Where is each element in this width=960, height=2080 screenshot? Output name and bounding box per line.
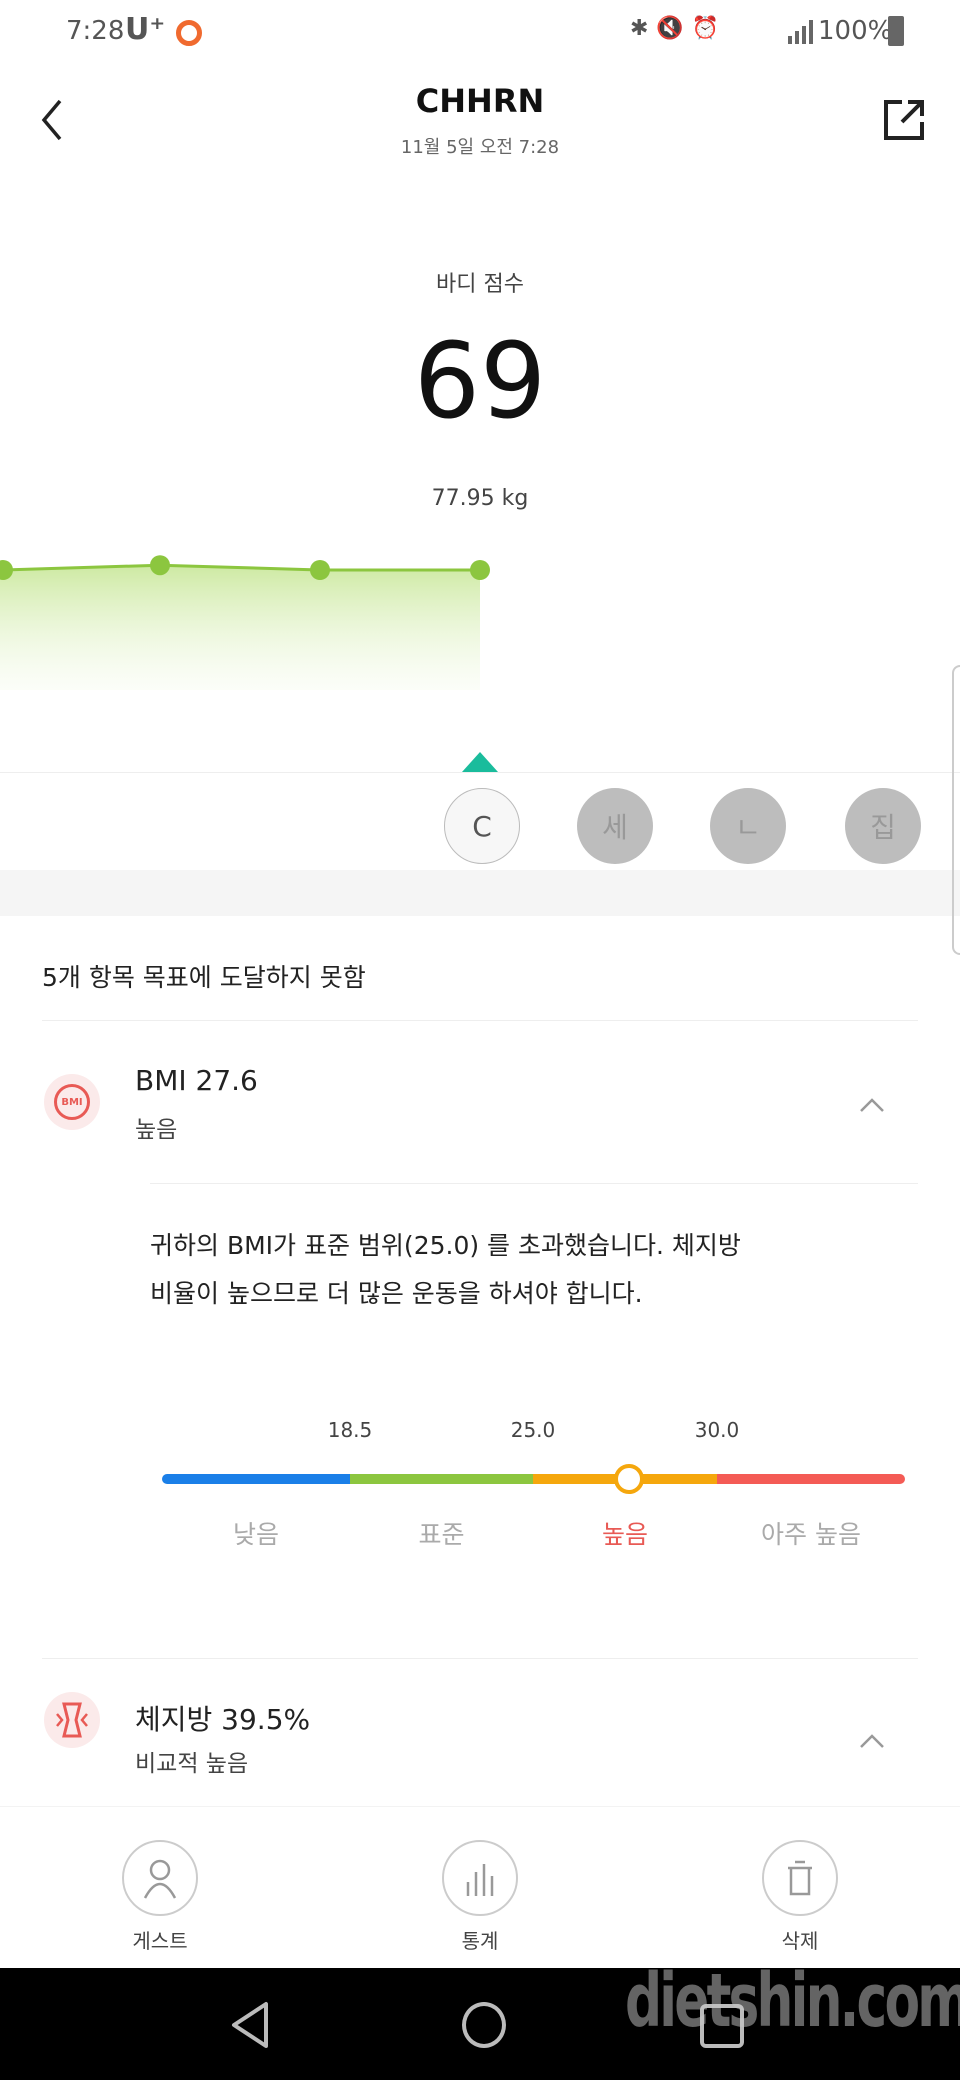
user-tab-label: ㄴ (735, 811, 761, 844)
trash-icon (788, 1860, 812, 1896)
bmi-range-segment (162, 1474, 350, 1484)
body-fat-title: 체지방 39.5% (135, 1703, 311, 1736)
body-fat-row[interactable]: 체지방 39.5% 비교적 높음 (0, 1680, 960, 1790)
body-fat-status: 비교적 높음 (135, 1751, 249, 1777)
divider (42, 1658, 918, 1659)
waist-icon (44, 1692, 100, 1748)
bar-chart-icon (466, 1864, 494, 1896)
bmi-tick-label: 18.5 (327, 1418, 373, 1442)
bmi-range-segment (717, 1474, 905, 1484)
user-tab[interactable]: 세 (577, 788, 653, 864)
page-title: CHHRN (415, 82, 545, 120)
user-tab[interactable]: C (444, 788, 520, 864)
user-tab-label: C (472, 809, 492, 843)
bmi-tick-label: 25.0 (510, 1418, 556, 1442)
trend-area (0, 565, 480, 690)
signal-icon (786, 20, 814, 44)
bmi-range-segment (350, 1474, 533, 1484)
divider (150, 1183, 918, 1184)
bmi-range-label: 아주 높음 (761, 1520, 861, 1549)
status-bar: 7:28 U⁺ ✱🔇⏰ 100% (0, 0, 960, 66)
bmi-range-label: 표준 (418, 1520, 465, 1549)
statistics-label: 통계 (461, 1929, 499, 1953)
person-icon (143, 1859, 177, 1899)
statistics-button[interactable] (442, 1840, 518, 1916)
battery-percent: 100% (818, 16, 893, 46)
watermark: dietshin.com (625, 1958, 960, 2044)
weight-value: 77.95 kg (431, 486, 529, 511)
bmi-range-label: 높음 (601, 1520, 649, 1549)
nav-back-button[interactable] (228, 2000, 274, 2050)
bmi-description-line: 비율이 높으므로 더 많은 운동을 하셔야 합니다. (150, 1279, 643, 1308)
battery-icon (888, 16, 904, 46)
selected-pointer-icon (462, 752, 498, 772)
bmi-row[interactable]: BMI BMI 27.6 높음 (0, 1040, 960, 1170)
bmi-range-label: 낮음 (232, 1520, 280, 1549)
share-button[interactable] (882, 96, 928, 142)
user-tab-label: 세 (602, 811, 628, 844)
delete-button[interactable] (762, 1840, 838, 1916)
divider (42, 1020, 918, 1021)
carrier-label: U⁺ (125, 12, 166, 47)
nav-home-button[interactable] (462, 2002, 506, 2048)
bmi-description-line: 귀하의 BMI가 표준 범위(25.0) 를 초과했습니다. 체지방 (150, 1231, 741, 1260)
divider (0, 772, 960, 773)
status-icons: ✱🔇⏰ (630, 16, 728, 41)
user-tab-label: 집 (870, 811, 896, 844)
score-trend-chart (0, 555, 490, 690)
system-nav-bar: dietshin.com (0, 1958, 960, 2080)
share-icon (884, 100, 924, 140)
carrier-logo-icon (176, 20, 202, 46)
bmi-status: 높음 (135, 1117, 178, 1143)
user-tab[interactable]: ㄴ (710, 788, 786, 864)
bmi-value-marker (613, 1464, 644, 1494)
delete-label: 삭제 (781, 1929, 819, 1953)
status-time: 7:28 (66, 16, 125, 46)
guest-label: 게스트 (132, 1929, 188, 1953)
body-score: 69 (413, 320, 547, 442)
chevron-up-icon (860, 1098, 884, 1112)
score-label: 바디 점수 (436, 272, 524, 297)
guest-button[interactable] (122, 1840, 198, 1916)
measurement-date: 11월 5일 오전 7:28 (400, 137, 560, 158)
edge-panel-handle[interactable] (952, 665, 960, 955)
user-tab[interactable]: 집 (845, 788, 921, 864)
trend-point[interactable] (150, 555, 170, 576)
bmi-description: 귀하의 BMI가 표준 범위(25.0) 를 초과했습니다. 체지방 비율이 높… (150, 1222, 741, 1318)
trend-point[interactable] (310, 560, 330, 580)
chevron-up-icon (860, 1734, 884, 1748)
section-gap (0, 870, 960, 916)
bmi-title: BMI 27.6 (135, 1064, 258, 1097)
bmi-icon: BMI (44, 1074, 100, 1130)
summary-text: 5개 항목 목표에 도달하지 못함 (42, 963, 366, 992)
trend-point[interactable] (470, 560, 490, 580)
bmi-tick-label: 30.0 (694, 1418, 740, 1442)
